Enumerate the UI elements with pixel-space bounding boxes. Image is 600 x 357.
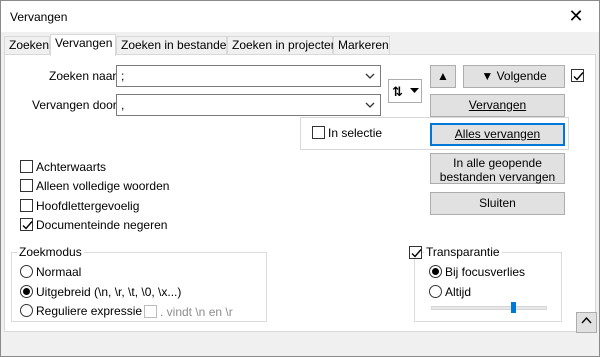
transparency-label: Transparantie [424,245,502,259]
in-selection-label: In selectie [328,126,383,140]
tab-vervangen[interactable]: Vervangen [50,34,116,56]
replace-all-open-docs-button[interactable]: In alle geopende bestanden vervangen [430,153,565,184]
checkmark-icon [411,249,422,258]
dot-newline-label: . vindt \n en \r [160,305,233,319]
in-selection-checkbox[interactable] [312,126,325,139]
tab-zoeken-in-projecten[interactable]: Zoeken in projecten [227,36,337,55]
ignore-doc-end-label: Documenteinde negeren [36,218,168,232]
replace-all-button[interactable]: Alles vervangen [430,123,565,146]
find-value: ; [121,69,125,83]
replace-button-label: Vervangen [468,98,527,112]
replace-combobox[interactable]: , [116,94,381,116]
match-case-checkbox[interactable] [20,199,33,212]
replace-label: Vervangen door: [32,98,121,112]
dropdown-arrow-icon[interactable] [410,86,419,95]
whole-word-label: Alleen volledige woorden [36,179,170,193]
radio-normal[interactable] [20,265,33,278]
replace-dialog: Vervangen ✕ Zoeken Vervangen Zoeken in b… [0,0,600,357]
transparency-slider-track[interactable] [431,306,547,310]
transparency-slider-thumb[interactable] [511,302,516,313]
tab-zoeken[interactable]: Zoeken [4,36,50,55]
replace-all-label: Alles vervangen [454,127,541,141]
radio-on-focus-loss[interactable] [429,265,442,278]
find-label: Zoeken naar: [49,69,120,83]
radio-always[interactable] [429,285,442,298]
whole-word-checkbox[interactable] [20,179,33,192]
tab-markeren[interactable]: Markeren [333,36,390,55]
backwards-checkbox[interactable] [20,160,33,173]
checkmark-icon [22,221,33,230]
radio-extended[interactable] [20,285,33,298]
backwards-label: Achterwaarts [36,160,107,174]
replace-all-open-line2: bestanden vervangen [439,170,556,184]
previous-button[interactable]: ▲ [430,65,456,88]
dot-newline-checkbox[interactable] [144,305,157,318]
tab-zoeken-in-bestanden[interactable]: Zoeken in bestanden [116,36,233,55]
radio-on-focus-loss-label: Bij focusverlies [445,265,526,279]
chevron-down-icon[interactable] [364,99,376,111]
window-title: Vervangen [10,10,68,24]
ignore-doc-end-checkbox[interactable] [20,218,33,231]
replace-all-open-line1: In alle geopende [453,156,542,170]
chevron-up-icon [581,316,592,324]
radio-extended-label: Uitgebreid (\n, \r, \t, \0, \x...) [36,285,182,299]
swap-button[interactable]: ⇅ [388,79,422,103]
radio-always-label: Altijd [445,285,472,299]
wrap-around-checkbox[interactable] [571,69,584,82]
close-icon[interactable]: ✕ [553,1,599,32]
radio-regex-label: Reguliere expressie [36,304,143,318]
checkmark-icon [573,72,584,81]
search-mode-title: Zoekmodus [17,245,84,259]
radio-regex[interactable] [20,304,33,317]
replace-button[interactable]: Vervangen [430,94,565,117]
radio-normal-label: Normaal [36,265,82,279]
next-button[interactable]: ▼ Volgende [463,65,565,88]
close-button[interactable]: Sluiten [430,192,565,215]
replace-value: , [121,98,125,112]
title-bar: Vervangen ✕ [1,1,599,32]
match-case-label: Hoofdlettergevoelig [36,199,140,213]
transparency-checkbox[interactable] [409,246,422,259]
collapse-button[interactable] [576,312,597,333]
chevron-down-icon[interactable] [364,70,376,82]
swap-updown-icon: ⇅ [392,84,403,99]
find-combobox[interactable]: ; [116,65,381,87]
